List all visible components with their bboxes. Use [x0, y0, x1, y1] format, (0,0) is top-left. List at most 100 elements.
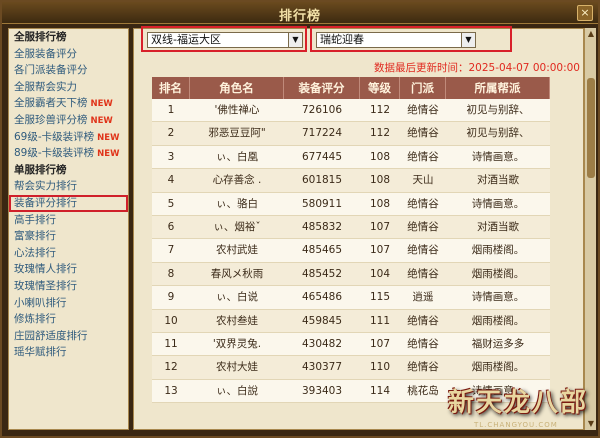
table-cell: 107 — [369, 244, 391, 257]
table-row[interactable]: 4 心存善念 . 601815 108 天山 对酒当歌 — [152, 169, 550, 193]
server-select[interactable]: 瑞蛇迎春 ▼ — [316, 32, 476, 48]
table-body: 1 '佛性禅心 726106 112 绝情谷 初见与别辞、 2 邪恶豆豆阿" 717224 112… — [152, 99, 550, 404]
table-cell: 580911 — [301, 197, 343, 210]
table-cell: 465486 — [301, 291, 343, 304]
table-cell: 601815 — [301, 174, 343, 187]
table-cell: 绝情谷 — [407, 150, 439, 163]
sidebar-item-label: 全服排行榜 — [14, 31, 67, 43]
sidebar-item-label: 各门派装备评分 — [14, 64, 88, 77]
table-cell: 天山 — [412, 174, 434, 187]
table-cell: 心存善念 . — [212, 174, 262, 187]
table-cell: 9 — [167, 291, 175, 304]
sidebar-item-label: 高手排行 — [14, 213, 56, 226]
table-row[interactable]: 11 '双界灵兔. 430482 107 绝情谷 福财运多多 — [152, 332, 550, 357]
sidebar-item[interactable]: 各门派装备评分 — [9, 62, 128, 79]
title-bar[interactable]: 排行榜 × — [2, 2, 598, 24]
sidebar-item[interactable]: 69级-卡级装评榜 NEW — [9, 129, 128, 146]
table-cell: 108 — [369, 197, 391, 210]
sidebar-item[interactable]: 小喇叭排行 — [9, 295, 128, 312]
sidebar-item[interactable]: 玫瑰情圣排行 — [9, 278, 128, 295]
table-cell: 3 — [167, 150, 175, 163]
sidebar-item[interactable]: 富豪排行 — [9, 228, 128, 245]
sidebar-item[interactable]: 庄园舒适度排行 — [9, 328, 128, 345]
table-cell: 农村武娃 — [216, 244, 258, 257]
new-badge: NEW — [90, 115, 113, 126]
table-cell: 430377 — [301, 361, 343, 374]
table-cell: 初见与别辞、 — [466, 104, 530, 116]
scroll-up-icon[interactable]: ▲ — [585, 28, 597, 40]
table-cell: 逍遥 — [412, 291, 434, 304]
scroll-thumb[interactable] — [587, 78, 595, 178]
sidebar-item[interactable]: 心法排行 — [9, 245, 128, 262]
sidebar-item[interactable]: 帮会实力排行 — [9, 178, 128, 195]
table-cell: 107 — [369, 220, 391, 233]
close-button[interactable]: × — [577, 5, 593, 21]
sidebar: 全服排行榜 全服装备评分 各门派装备评分 全服帮会实力 全服霸者天下榜 NEW 全服珍兽评分… — [8, 28, 129, 430]
table-row[interactable]: 6 ぃ、烟裕ˇ 485832 107 绝情谷 对酒当歌 — [152, 215, 550, 240]
table-row[interactable]: 9 ぃ、白说 465486 115 逍遥 诗情画意。 — [152, 286, 550, 310]
table-cell: 8 — [167, 267, 175, 280]
table-cell: 107 — [369, 337, 391, 350]
sidebar-item[interactable]: 89级-卡级装评榜 NEW — [9, 145, 128, 162]
column-header: 角色名 — [190, 77, 284, 99]
sidebar-item-label: 庄园舒适度排行 — [14, 329, 88, 342]
table-cell: 430482 — [301, 337, 343, 350]
table-cell: 485452 — [301, 267, 343, 280]
new-badge: NEW — [97, 132, 120, 143]
table-cell: 7 — [167, 244, 175, 257]
sidebar-item-label: 69级-卡级装评榜 — [14, 130, 95, 143]
table-cell: 114 — [369, 384, 391, 397]
table-cell: 12 — [164, 361, 178, 374]
scrollbar[interactable]: ▲ ▼ — [584, 28, 596, 430]
sidebar-item[interactable]: 全服帮会实力 — [9, 79, 128, 96]
chevron-down-icon[interactable]: ▼ — [461, 33, 475, 47]
server-group-highlight: 双线-福运大区 ▼ — [141, 26, 307, 52]
table-cell: 烟雨楼阁。 — [471, 244, 525, 257]
sidebar-item[interactable]: 高手排行 — [9, 212, 128, 229]
table-cell: 726106 — [301, 104, 343, 116]
column-header: 门派 — [400, 77, 446, 99]
table-cell: 诗情画意。 — [471, 150, 525, 163]
table-row[interactable]: 7 农村武娃 485465 107 绝情谷 烟雨楼阁。 — [152, 239, 550, 263]
table-row[interactable]: 2 邪恶豆豆阿" 717224 112 绝情谷 初见与别辞、 — [152, 122, 550, 146]
sidebar-item[interactable]: 修炼排行 — [9, 311, 128, 328]
table-row[interactable]: 3 ぃ、白凰 677445 108 绝情谷 诗情画意。 — [152, 145, 550, 170]
table-cell: 717224 — [301, 127, 343, 140]
table-cell: '佛性禅心 — [214, 104, 260, 116]
server-group-select[interactable]: 双线-福运大区 ▼ — [147, 32, 303, 48]
table-cell: 绝情谷 — [407, 267, 439, 280]
table-cell: 绝情谷 — [407, 337, 439, 350]
table-cell: 108 — [369, 174, 391, 187]
table-cell: 福财运多多 — [471, 337, 525, 350]
sidebar-item[interactable]: 玫瑰情人排行 — [9, 261, 128, 278]
table-cell: 110 — [369, 361, 391, 374]
logo-url: TL.CHANGYOU.COM — [474, 421, 558, 429]
table-row[interactable]: 10 农村叁娃 459845 111 绝情谷 烟雨楼阁。 — [152, 309, 550, 333]
sidebar-item[interactable]: 全服霸者天下榜 NEW — [9, 95, 128, 112]
table-cell: 绝情谷 — [407, 220, 439, 233]
sidebar-item-label: 瑶华赋排行 — [14, 346, 67, 359]
table-row[interactable]: 8 春风メ秋雨 485452 104 绝情谷 烟雨楼阁。 — [152, 262, 550, 287]
sidebar-item-label: 玫瑰情圣排行 — [14, 279, 77, 292]
table-cell: 393403 — [301, 384, 343, 397]
sidebar-item-label: 玫瑰情人排行 — [14, 263, 77, 276]
server-highlight: 瑞蛇迎春 ▼ — [310, 26, 512, 52]
table-row[interactable]: 1 '佛性禅心 726106 112 绝情谷 初见与别辞、 — [152, 99, 550, 123]
table-cell: 459845 — [301, 314, 343, 327]
sidebar-item[interactable]: 瑶华赋排行 — [9, 344, 128, 361]
sidebar-item[interactable]: 全服装备评分 — [9, 46, 128, 63]
sidebar-item-label: 全服帮会实力 — [14, 80, 77, 93]
sidebar-item-label: 89级-卡级装评榜 — [14, 147, 95, 160]
chevron-down-icon[interactable]: ▼ — [288, 33, 302, 47]
window-title: 排行榜 — [278, 9, 321, 24]
sidebar-item-label: 装备评分排行 — [14, 196, 77, 209]
table-cell: 烟雨楼阁。 — [471, 314, 525, 327]
table-cell: 绝情谷 — [407, 127, 439, 140]
table-row[interactable]: 5 ぃ、骆白 580911 108 绝情谷 诗情画意。 — [152, 192, 550, 216]
sidebar-item-label: 全服霸者天下榜 — [14, 97, 88, 110]
table-cell: 11 — [164, 337, 178, 350]
sidebar-item[interactable]: 全服珍兽评分榜 NEW — [9, 112, 128, 129]
table-cell: 485832 — [301, 220, 343, 233]
sidebar-item[interactable]: 装备评分排行 — [9, 194, 128, 212]
table-cell: 诗情画意。 — [471, 197, 525, 210]
